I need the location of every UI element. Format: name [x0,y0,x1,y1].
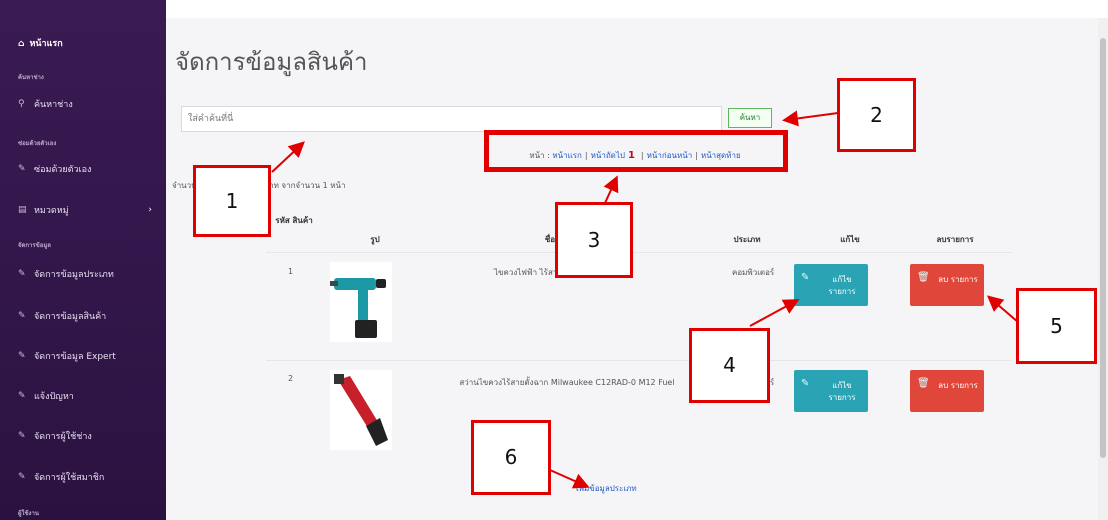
arrow-4 [749,299,800,327]
arrow-6 [549,469,590,489]
callout-1: 1 [193,165,271,237]
arrow-5 [986,295,1019,323]
callout-4: 4 [689,328,770,403]
callout-5: 5 [1016,288,1097,364]
arrow-2 [782,110,839,127]
callout-3: 3 [555,202,633,278]
arrow-1 [271,141,305,173]
callout-2: 2 [837,78,916,152]
callout-6: 6 [471,420,551,495]
annotation-arrows [271,110,1019,489]
